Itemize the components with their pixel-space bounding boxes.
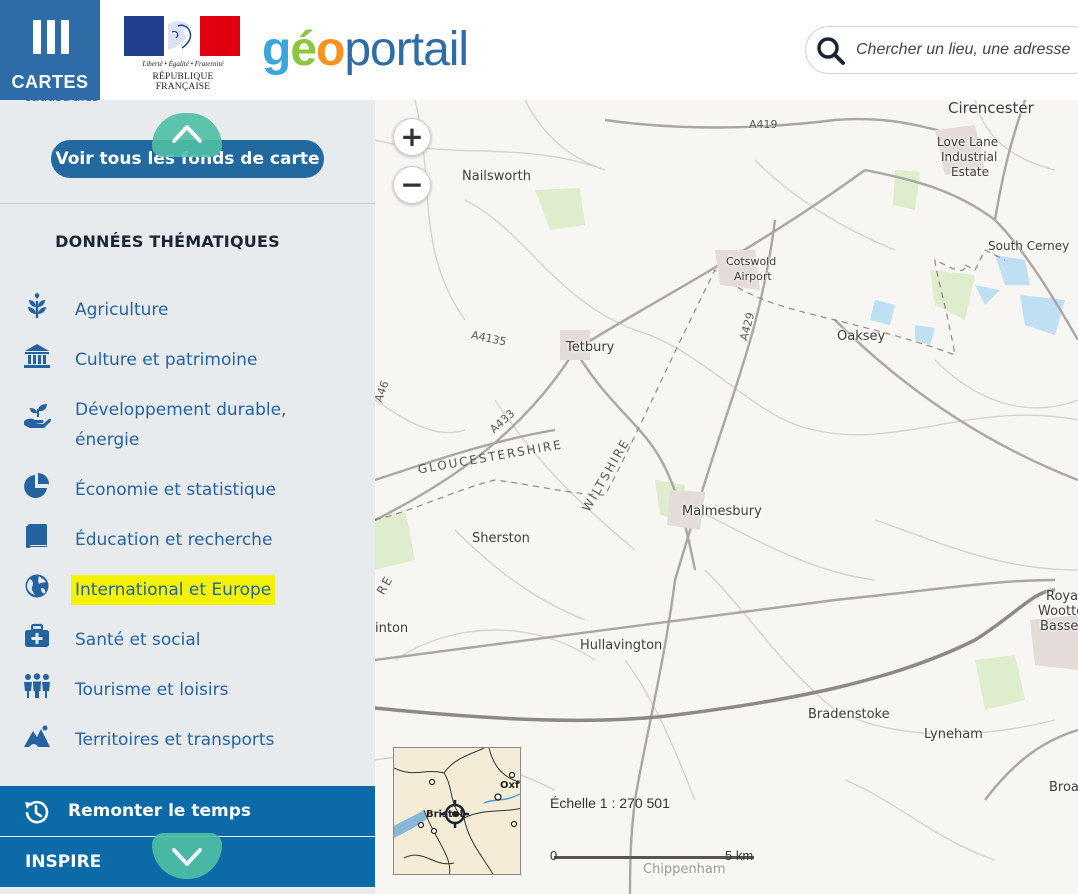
scroll-up-button[interactable] bbox=[152, 113, 222, 157]
scale-km: 5 km bbox=[725, 848, 754, 863]
search-icon bbox=[817, 37, 845, 65]
map-label-lyneham: Lyneham bbox=[924, 727, 983, 742]
theme-sante-social[interactable]: Santé et social bbox=[0, 615, 375, 655]
chevron-down-icon bbox=[172, 848, 202, 866]
section-divider bbox=[0, 203, 375, 204]
map-label-estate: Estate bbox=[951, 165, 989, 179]
menu-bars-icon bbox=[33, 20, 69, 54]
medical-kit-icon bbox=[25, 623, 49, 647]
museum-icon bbox=[24, 344, 50, 368]
map-label-nailsworth: Nailsworth bbox=[462, 169, 531, 184]
theme-label: Territoires et transports bbox=[75, 730, 275, 750]
theme-education-recherche[interactable]: Éducation et recherche bbox=[0, 515, 375, 555]
chevron-up-icon bbox=[172, 125, 202, 143]
geoportail-app: CARTES Liberté • Égalité • Fraternité RÉ… bbox=[0, 0, 1078, 894]
zoom-in-button[interactable]: + bbox=[393, 118, 431, 156]
map-label-malmesbury: Malmesbury bbox=[682, 504, 762, 519]
scale-text: Échelle 1 : 270 501 bbox=[550, 795, 670, 811]
cartes-menu-button[interactable]: CARTES bbox=[0, 0, 100, 100]
book-icon bbox=[26, 524, 47, 548]
hand-plant-icon bbox=[24, 404, 52, 428]
map-label-south-cerney: South Cerney bbox=[988, 239, 1070, 253]
republique-francaise-logo: Liberté • Égalité • Fraternité RÉPUBLIQU… bbox=[124, 16, 242, 92]
map-label-inton: inton bbox=[375, 621, 409, 636]
remonter-le-temps-label: Remonter le temps bbox=[68, 801, 252, 821]
sidebar: cadastrales Voir tous les fonds de carte… bbox=[0, 100, 375, 894]
people-icon bbox=[24, 673, 50, 698]
map-label-bradenstoke: Bradenstoke bbox=[808, 707, 890, 722]
map-label-hullavington: Hullavington bbox=[580, 638, 663, 653]
logo-o: o bbox=[316, 23, 345, 76]
theme-international-europe[interactable]: International et Europe bbox=[0, 565, 375, 605]
cartes-menu-label: CARTES bbox=[11, 72, 89, 92]
minimap-label-oxford: Oxf bbox=[500, 780, 520, 791]
globe-icon bbox=[25, 574, 49, 598]
header: CARTES Liberté • Égalité • Fraternité RÉ… bbox=[0, 0, 1078, 100]
geoportail-logo[interactable]: géoportail bbox=[262, 20, 469, 80]
logo-portail: portail bbox=[344, 23, 469, 76]
map-label-airport: Airport bbox=[734, 270, 772, 283]
scale-zero: 0 bbox=[550, 848, 558, 863]
scale-bar: 0 5 km bbox=[550, 848, 760, 868]
theme-agriculture[interactable]: Agriculture bbox=[0, 285, 375, 325]
theme-label: Culture et patrimoine bbox=[75, 350, 258, 370]
pie-chart-icon bbox=[24, 473, 49, 498]
map-label-oaksey: Oaksey bbox=[837, 329, 886, 344]
map-label-bassett: Basset bbox=[1040, 619, 1078, 634]
sprout-icon bbox=[28, 293, 46, 318]
theme-tourisme-loisirs[interactable]: Tourisme et loisirs bbox=[0, 665, 375, 705]
theme-economie-statistique[interactable]: Économie et statistique bbox=[0, 465, 375, 505]
theme-label: Développement durable, énergie bbox=[75, 400, 287, 450]
map-view[interactable]: + − Cirencester Love Lane Industrial Est… bbox=[375, 100, 1078, 894]
scale-bar-line bbox=[554, 856, 754, 859]
marianne-icon bbox=[124, 16, 240, 56]
theme-territoires-transports[interactable]: Territoires et transports bbox=[0, 715, 375, 755]
theme-label-highlighted: International et Europe bbox=[71, 575, 276, 605]
theme-label: Agriculture bbox=[75, 300, 169, 320]
map-label-sherston: Sherston bbox=[472, 531, 530, 546]
map-label-royal: Royal bbox=[1046, 589, 1078, 604]
map-label-cirencester: Cirencester bbox=[948, 100, 1034, 117]
republic-motto: Liberté • Égalité • Fraternité bbox=[142, 60, 224, 68]
theme-label: Santé et social bbox=[75, 630, 201, 650]
map-label-tetbury: Tetbury bbox=[566, 340, 615, 355]
road-label-a419: A419 bbox=[749, 118, 778, 131]
logo-e: é bbox=[290, 23, 317, 76]
overview-minimap[interactable]: Bristol Oxf bbox=[393, 747, 521, 875]
theme-label: Économie et statistique bbox=[75, 480, 276, 500]
logo-g: g bbox=[262, 23, 291, 76]
search-box[interactable] bbox=[805, 26, 1078, 74]
map-label-cotswold: Cotswold bbox=[726, 255, 777, 268]
zoom-in-label: + bbox=[400, 120, 424, 153]
mountain-icon bbox=[24, 725, 50, 747]
history-icon bbox=[25, 800, 49, 824]
theme-developpement-durable[interactable]: Développement durable, énergie bbox=[0, 385, 375, 455]
zoom-out-label: − bbox=[400, 168, 424, 201]
remonter-le-temps-button[interactable]: Remonter le temps bbox=[0, 786, 375, 836]
republic-name: RÉPUBLIQUE FRANÇAISE bbox=[152, 72, 214, 92]
map-label-love-lane: Love Lane bbox=[937, 135, 999, 149]
theme-culture-patrimoine[interactable]: Culture et patrimoine bbox=[0, 335, 375, 375]
theme-label: Éducation et recherche bbox=[75, 530, 273, 550]
cut-off-label: cadastrales bbox=[24, 100, 99, 105]
zoom-out-button[interactable]: − bbox=[393, 166, 431, 204]
search-input[interactable] bbox=[856, 35, 1078, 65]
theme-label: Tourisme et loisirs bbox=[75, 680, 229, 700]
section-title-donnees-thematiques: DONNÉES THÉMATIQUES bbox=[55, 232, 280, 251]
inspire-label: INSPIRE bbox=[25, 852, 102, 872]
map-label-wootton: Wootton bbox=[1038, 604, 1078, 619]
minimap-label-bristol: Bristol bbox=[426, 809, 464, 820]
map-label-broad: Broa bbox=[1049, 780, 1078, 795]
map-label-industrial: Industrial bbox=[941, 150, 998, 164]
